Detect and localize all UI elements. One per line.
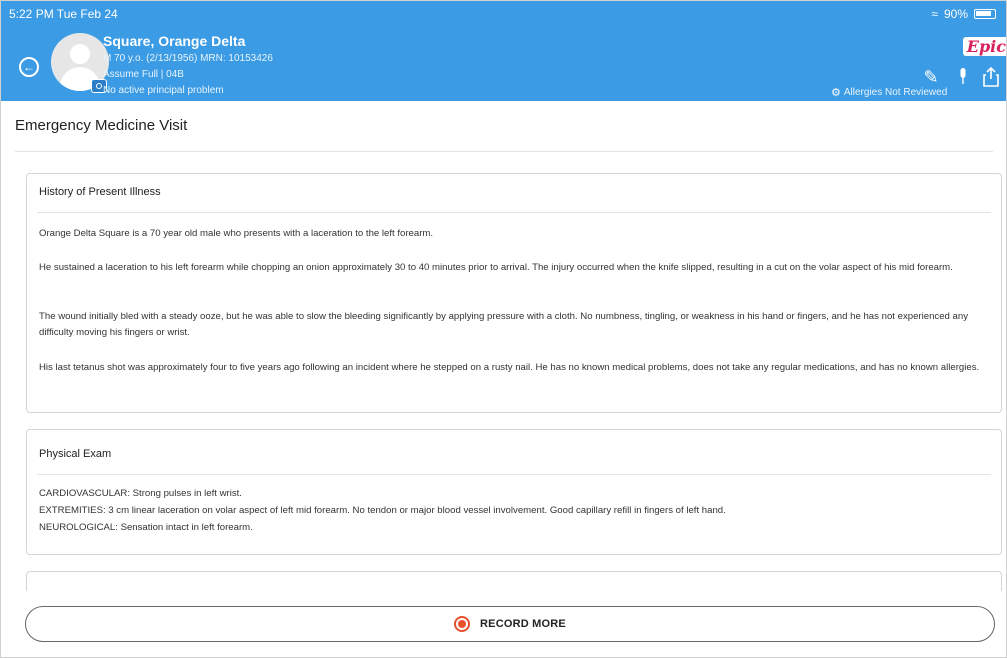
hpi-divider	[37, 212, 991, 213]
pencil-icon[interactable]: ✎	[921, 65, 941, 89]
record-icon	[454, 616, 471, 632]
patient-status: Assume Full | 04B	[103, 69, 184, 80]
hpi-paragraph: His last tetanus shot was approximately …	[39, 362, 980, 373]
battery-percent: 90%	[943, 7, 968, 21]
hpi-paragraph: He sustained a laceration to his left fo…	[39, 262, 953, 273]
physical-exam-divider	[37, 474, 991, 475]
hpi-paragraph: Orange Delta Square is a 70 year old mal…	[39, 228, 434, 239]
record-more-label: RECORD MORE	[480, 618, 566, 630]
physical-exam-section[interactable]: Physical Exam CARDIOVASCULAR: Strong pul…	[26, 429, 1002, 555]
battery-icon	[974, 9, 996, 19]
patient-header: 5:22 PM Tue Feb 24 ≈ 90% ← Square, Orang…	[1, 1, 1006, 101]
hpi-paragraph: The wound initially bled with a steady o…	[39, 311, 969, 338]
principal-problem[interactable]: No active principal problem	[103, 85, 224, 96]
allergy-icon: ⚙	[831, 87, 841, 99]
patient-demographics: M 70 y.o. (2/13/1956) MRN: 10153426	[103, 53, 273, 64]
note-content: Emergency Medicine Visit History of Pres…	[1, 101, 1006, 657]
title-divider	[15, 151, 993, 152]
hpi-section[interactable]: History of Present Illness Orange Delta …	[26, 173, 1002, 413]
microphone-icon[interactable]	[953, 65, 973, 89]
avatar-head-shape	[70, 44, 90, 64]
record-more-button[interactable]: RECORD MORE	[25, 606, 995, 642]
back-button[interactable]: ←	[19, 57, 39, 77]
status-time: 5:22 PM Tue Feb 24	[9, 7, 118, 21]
app-window: 5:22 PM Tue Feb 24 ≈ 90% ← Square, Orang…	[0, 0, 1007, 658]
physical-exam-title: Physical Exam	[39, 448, 112, 460]
hpi-title: History of Present Illness	[39, 186, 161, 198]
next-section-partial	[26, 571, 1002, 591]
share-icon[interactable]	[981, 65, 1001, 89]
exam-line: NEUROLOGICAL: Sensation intact in left f…	[39, 522, 253, 533]
wifi-icon: ≈	[931, 7, 938, 21]
exam-line: CARDIOVASCULAR: Strong pulses in left wr…	[39, 488, 242, 499]
exam-line: EXTREMITIES: 3 cm linear laceration on v…	[39, 505, 726, 516]
status-indicators: ≈ 90%	[931, 7, 996, 21]
page-title: Emergency Medicine Visit	[15, 117, 188, 134]
patient-name[interactable]: Square, Orange Delta	[103, 33, 245, 49]
epic-logo: Epic	[962, 37, 1006, 56]
